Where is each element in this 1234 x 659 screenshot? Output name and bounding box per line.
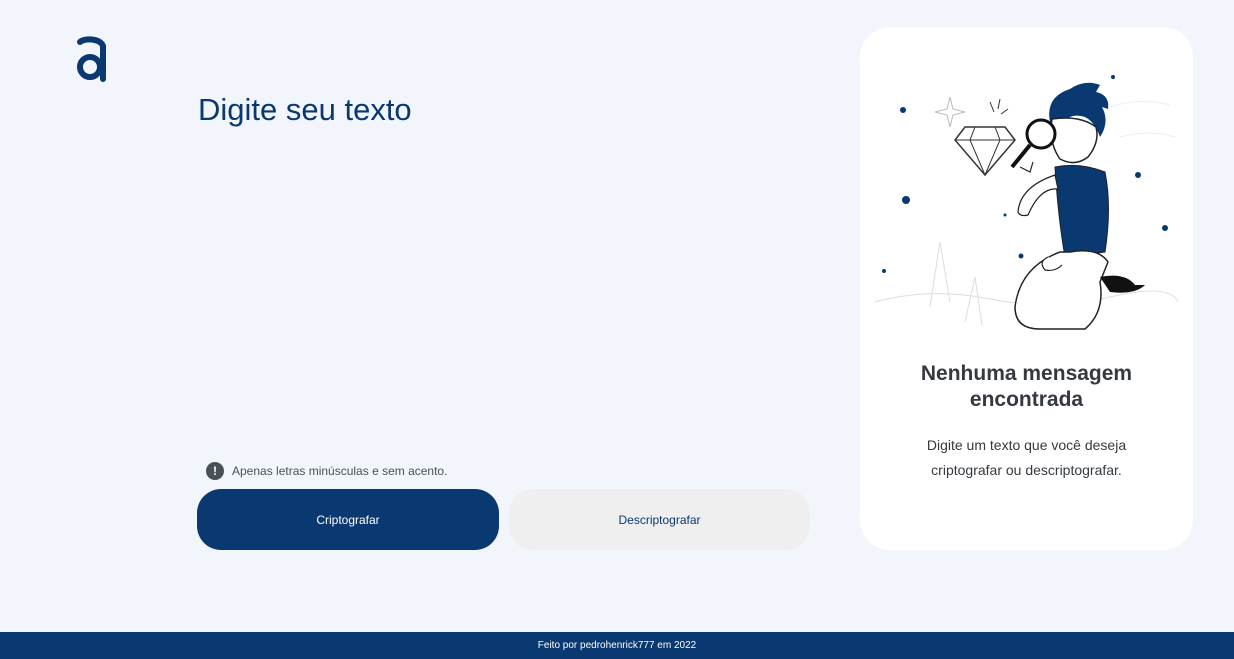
message-input[interactable] [198,90,808,450]
footer: Feito por pedrohenrick777 em 2022 [0,632,1234,659]
result-title: Nenhuma mensagem encontrada [920,362,1133,411]
input-hint: ! Apenas letras minúsculas e sem acento. [206,462,447,480]
person-with-magnifier-illustration [874,75,1179,330]
alura-logo-icon [77,36,106,82]
encrypt-button[interactable]: Criptografar [197,489,499,550]
decrypt-button[interactable]: Descriptografar [509,489,810,550]
exclamation-icon: ! [206,462,224,480]
result-panel: Nenhuma mensagem encontrada Digite um te… [860,27,1193,550]
result-description: Digite um texto que você deseja criptogr… [926,437,1127,478]
footer-text: Feito por pedrohenrick777 em 2022 [537,640,697,651]
hint-text: Apenas letras minúsculas e sem acento. [232,464,448,478]
